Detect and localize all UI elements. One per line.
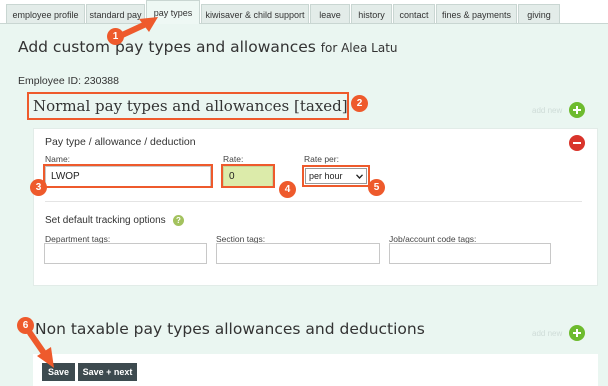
annotation-badge-1: 1 [107,28,124,45]
arrow-to-pay-types-tab [115,17,158,40]
annotation-arrows [27,17,158,368]
annotation-badge-4: 4 [279,181,296,198]
annotation-badge-2: 2 [351,95,368,112]
arrow-to-save-button [27,330,54,368]
annotation-badge-6: 6 [17,317,34,334]
annotation-badge-5: 5 [368,179,385,196]
annotation-badge-3: 3 [30,179,47,196]
